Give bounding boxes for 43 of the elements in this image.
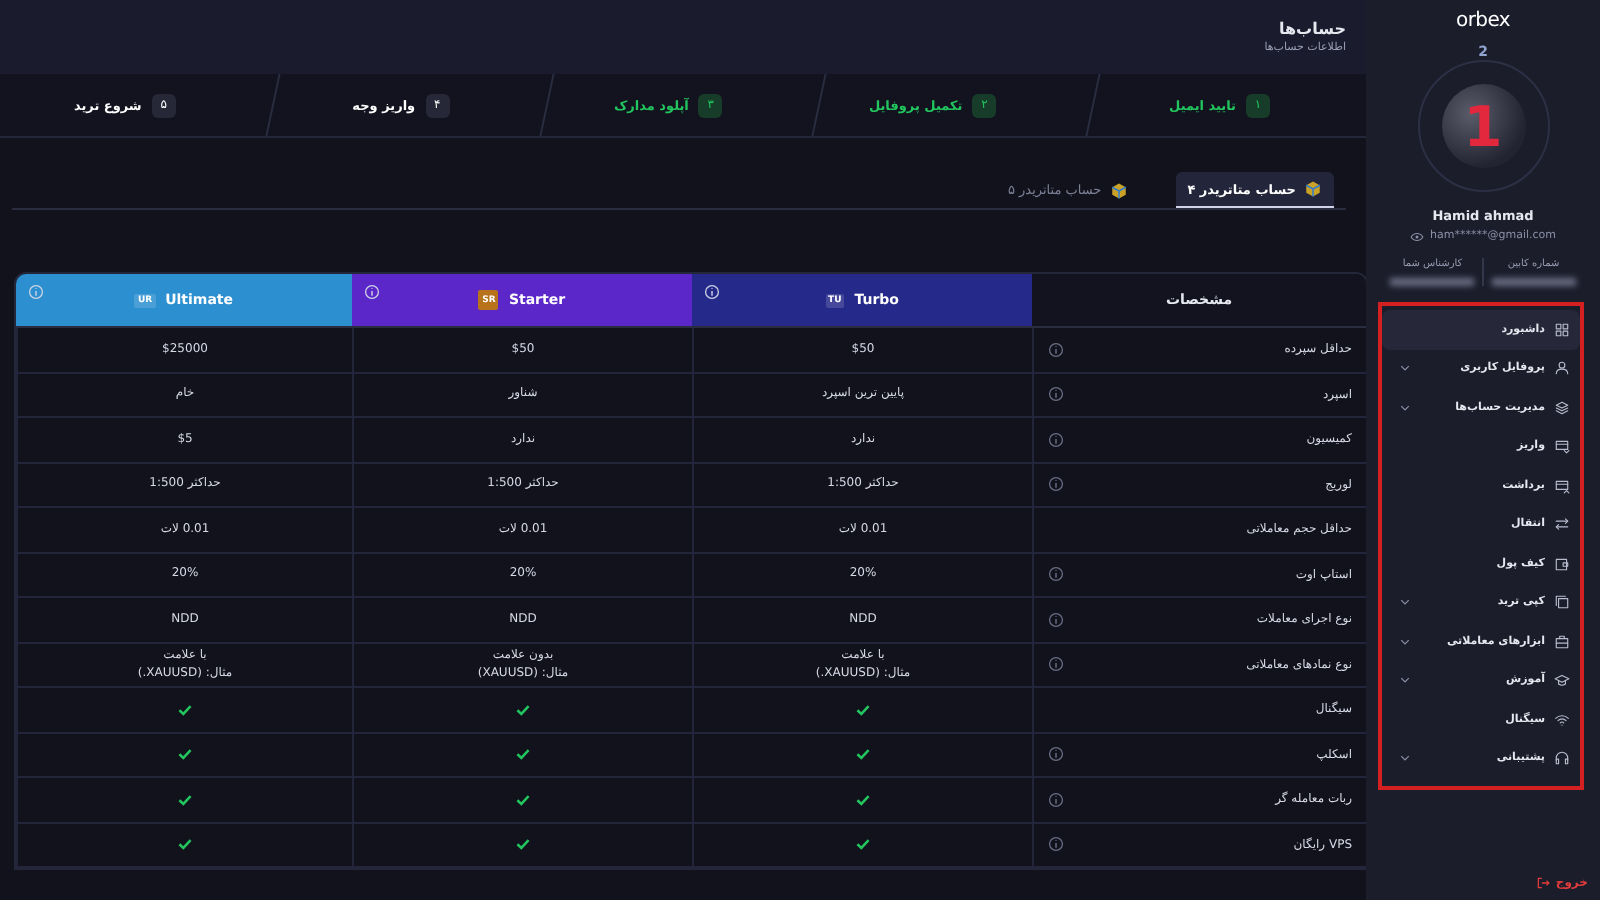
check-icon [516, 793, 530, 806]
check-icon [516, 703, 530, 716]
info-icon[interactable] [1048, 386, 1064, 403]
headset-icon [1553, 750, 1569, 767]
wifi-icon [1553, 711, 1569, 728]
level-badge: 1 [1441, 84, 1525, 168]
check-icon [516, 838, 530, 851]
blurred-value [1491, 278, 1576, 286]
check-icon [856, 703, 870, 716]
info-icon[interactable] [1048, 791, 1064, 808]
info-icon[interactable] [1048, 746, 1064, 763]
toolbox-icon [1553, 633, 1569, 650]
check-icon [856, 748, 870, 761]
card-icon [1553, 477, 1569, 494]
wallet-icon [1553, 555, 1569, 572]
logo: orbex [1456, 10, 1510, 32]
info-icon[interactable] [1048, 656, 1064, 673]
user-icon [1553, 360, 1569, 377]
card-icon [1553, 438, 1569, 455]
graduation-cap-icon [1553, 672, 1569, 689]
info-icon[interactable] [1048, 836, 1064, 853]
swap-arrows-icon [1553, 516, 1569, 533]
check-icon [516, 748, 530, 761]
check-icon [856, 838, 870, 851]
check-icon [856, 793, 870, 806]
check-icon [178, 748, 192, 761]
copy-icon [1553, 594, 1569, 611]
page-title: حساب‌ها [1279, 20, 1346, 38]
cube-icon [1109, 181, 1128, 199]
layers-icon [1553, 399, 1569, 416]
info-icon[interactable] [1048, 431, 1064, 448]
check-icon [178, 703, 192, 716]
info-icon[interactable] [1048, 611, 1064, 628]
info-icon[interactable] [1048, 566, 1064, 583]
logout-icon [1535, 876, 1550, 890]
info-icon[interactable] [1048, 476, 1064, 493]
info-icon[interactable] [1048, 341, 1064, 358]
grid-icon [1553, 321, 1569, 338]
blurred-value [1390, 278, 1475, 286]
eye-icon[interactable] [1410, 231, 1425, 241]
cube-icon [1304, 180, 1322, 198]
check-icon [178, 838, 192, 851]
check-icon [178, 793, 192, 806]
